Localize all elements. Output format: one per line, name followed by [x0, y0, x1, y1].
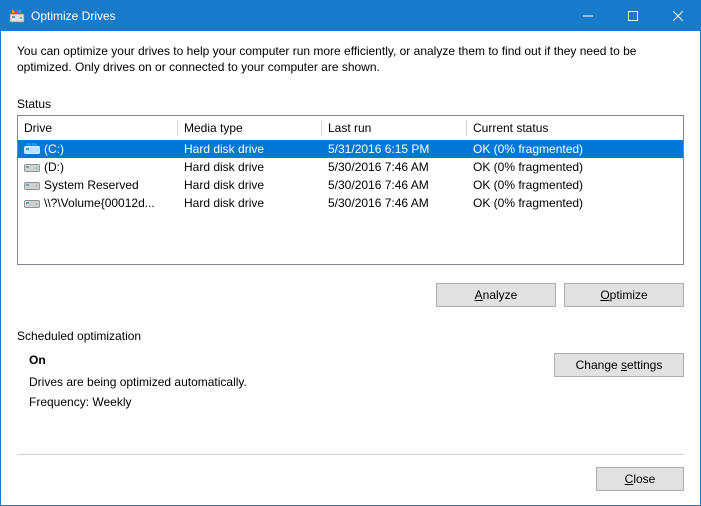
cell-media: Hard disk drive [178, 195, 322, 211]
close-window-button[interactable] [655, 1, 700, 31]
optimize-drives-window: Optimize Drives You can optimize your dr… [0, 0, 701, 506]
col-header-drive[interactable]: Drive [18, 117, 178, 139]
cell-status: OK (0% fragmented) [467, 177, 683, 193]
sched-line1: Drives are being optimized automatically… [29, 375, 554, 389]
table-row[interactable]: (D:) Hard disk drive5/30/2016 7:46 AMOK (… [18, 158, 683, 176]
scheduled-optimization-section: Scheduled optimization On Drives are bei… [17, 329, 684, 415]
drive-name: System Reserved [44, 178, 139, 192]
cell-status: OK (0% fragmented) [467, 159, 683, 175]
sched-line2: Frequency: Weekly [29, 395, 554, 409]
col-header-status[interactable]: Current status [467, 117, 683, 139]
drive-name: \\?\Volume{00012d... [44, 196, 155, 210]
maximize-button[interactable] [610, 1, 655, 31]
cell-drive: (C:) [18, 141, 178, 157]
description-text: You can optimize your drives to help you… [17, 43, 684, 75]
drive-name: (C:) [44, 142, 64, 156]
content-area: You can optimize your drives to help you… [1, 31, 700, 505]
cell-drive: (D:) [18, 159, 178, 175]
sched-text: On Drives are being optimized automatica… [17, 353, 554, 415]
minimize-button[interactable] [565, 1, 610, 31]
window-title: Optimize Drives [31, 9, 565, 23]
footer: Close [17, 454, 684, 491]
cell-lastrun: 5/30/2016 7:46 AM [322, 177, 467, 193]
cell-lastrun: 5/30/2016 7:46 AM [322, 195, 467, 211]
list-body: (C:)Hard disk drive5/31/2016 6:15 PMOK (… [18, 140, 683, 264]
drives-list[interactable]: Drive Media type Last run Current status… [17, 115, 684, 265]
analyze-button[interactable]: Analyze [436, 283, 556, 307]
cell-media: Hard disk drive [178, 177, 322, 193]
list-buttons: Analyze Optimize [17, 283, 684, 307]
col-header-lastrun[interactable]: Last run [322, 117, 467, 139]
drive-icon [24, 143, 40, 155]
col-header-media[interactable]: Media type [178, 117, 322, 139]
sched-label: Scheduled optimization [17, 329, 684, 343]
drive-icon [24, 197, 40, 209]
sched-on: On [29, 353, 554, 367]
drive-icon [24, 161, 40, 173]
table-row[interactable]: \\?\Volume{00012d... Hard disk drive5/30/… [18, 194, 683, 212]
change-settings-button[interactable]: Change settings [554, 353, 684, 377]
drive-icon [24, 179, 40, 191]
cell-status: OK (0% fragmented) [467, 195, 683, 211]
cell-lastrun: 5/31/2016 6:15 PM [322, 141, 467, 157]
cell-status: OK (0% fragmented) [467, 141, 683, 157]
cell-media: Hard disk drive [178, 159, 322, 175]
cell-media: Hard disk drive [178, 141, 322, 157]
optimize-button[interactable]: Optimize [564, 283, 684, 307]
cell-drive: System Reserved [18, 177, 178, 193]
list-header: Drive Media type Last run Current status [18, 116, 683, 140]
status-label: Status [17, 97, 684, 111]
drive-name: (D:) [44, 160, 64, 174]
cell-lastrun: 5/30/2016 7:46 AM [322, 159, 467, 175]
window-controls [565, 1, 700, 31]
sched-button-area: Change settings [554, 353, 684, 415]
cell-drive: \\?\Volume{00012d... [18, 195, 178, 211]
app-icon [9, 8, 25, 24]
table-row[interactable]: (C:) Hard disk drive5/31/2016 6:15 PMOK (… [18, 140, 683, 158]
table-row[interactable]: System Reserved Hard disk drive5/30/2016 … [18, 176, 683, 194]
close-button[interactable]: Close [596, 467, 684, 491]
sched-body: On Drives are being optimized automatica… [17, 353, 684, 415]
titlebar[interactable]: Optimize Drives [1, 1, 700, 31]
